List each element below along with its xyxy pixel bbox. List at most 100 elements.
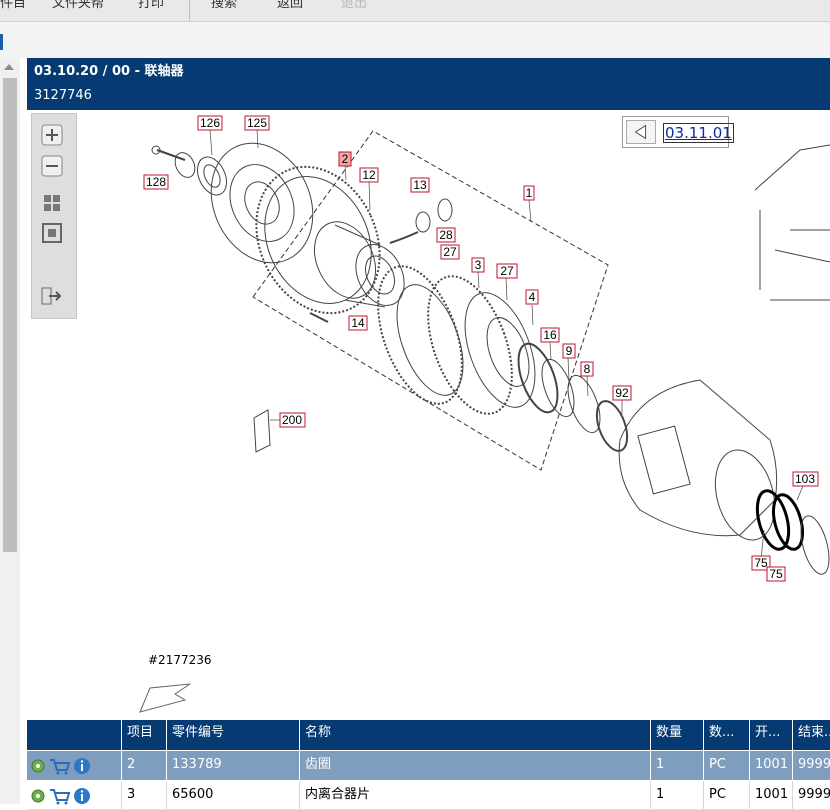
callout-103-label: 103 (795, 472, 815, 486)
callout-92-label: 92 (615, 386, 629, 400)
row-action-icons (29, 787, 119, 805)
callout-3-label: 3 (475, 258, 482, 272)
drawing-canvas: 126 125 128 2 12 13 28 1 27 3 27 4 16 9 … (139, 115, 830, 713)
callout-4[interactable]: 4 (525, 289, 539, 305)
page-reference-link[interactable]: 03.11.01 (663, 123, 734, 143)
col-unit-header[interactable]: 数... (703, 720, 749, 750)
sub-toolbar (0, 22, 830, 58)
callout-125-label: 125 (247, 116, 267, 130)
col-qty-header[interactable]: 数量 (650, 720, 703, 750)
table-row-selected[interactable]: 2 133789 齿圈 1 PC 1001 9999 (27, 751, 830, 780)
cell-end: 9999 (792, 751, 830, 780)
page-header: 03.10.20 / 00 - 联轴器 3127746 (27, 58, 830, 110)
callout-200-label: 200 (282, 413, 302, 427)
callout-13-label: 13 (413, 178, 427, 192)
zoom-in-icon[interactable] (41, 124, 63, 146)
col-name-header[interactable]: 名称 (299, 720, 650, 750)
cell-unit: PC (703, 751, 749, 780)
actual-size-icon[interactable] (41, 222, 63, 244)
cart-icon[interactable] (49, 757, 71, 775)
table-row[interactable]: 3 65600 内离合器片 1 PC 1001 9999 (27, 781, 830, 810)
col-item-header[interactable]: 项目 (121, 720, 166, 750)
menu-separator (189, 0, 190, 22)
gear-icon[interactable] (29, 757, 47, 775)
callout-4-label: 4 (529, 290, 536, 304)
cart-icon[interactable] (49, 787, 71, 805)
menu-item-5[interactable]: 返回 (277, 0, 303, 11)
info-icon[interactable] (73, 757, 91, 775)
scrollbar-thumb[interactable] (3, 78, 17, 552)
callout-14-label: 14 (351, 316, 365, 330)
gear-icon[interactable] (29, 787, 47, 805)
page-title: 03.10.20 / 00 - 联轴器 (34, 64, 184, 79)
callout-9-label: 9 (566, 344, 573, 358)
cell-start: 1001 (749, 781, 792, 809)
callout-1-label: 1 (526, 186, 533, 200)
menu-item-3[interactable]: 打印 (138, 0, 164, 11)
menu-bar: 件目 文件夹帮 打印 搜索 返回 退出 (0, 0, 830, 22)
callout-126-label: 126 (200, 116, 220, 130)
zoom-out-icon[interactable] (41, 155, 63, 177)
cell-item: 2 (121, 751, 166, 780)
info-icon[interactable] (73, 787, 91, 805)
col-end-header[interactable]: 结束... (792, 720, 830, 750)
page-reference-box: 03.11.01 (622, 116, 734, 148)
callout-75b[interactable]: 75 (766, 566, 786, 582)
callout-2-highlighted[interactable]: 2 (338, 151, 352, 167)
callout-27a-label: 27 (443, 245, 457, 259)
callout-28[interactable]: 28 (436, 227, 456, 243)
callout-16-label: 16 (543, 328, 557, 342)
cell-start: 1001 (749, 751, 792, 780)
previous-page-icon[interactable] (626, 120, 656, 144)
tab-marker (0, 34, 3, 50)
cell-part-number: 133789 (166, 751, 299, 780)
callout-16[interactable]: 16 (540, 327, 560, 343)
export-icon[interactable] (41, 285, 63, 307)
cell-name: 齿圈 (299, 751, 650, 780)
callout-128[interactable]: 128 (143, 174, 169, 190)
cell-qty: 1 (650, 781, 703, 809)
callout-14[interactable]: 14 (348, 315, 368, 331)
callout-1[interactable]: 1 (523, 185, 535, 201)
callout-125[interactable]: 125 (244, 115, 270, 131)
callout-12[interactable]: 12 (359, 167, 379, 183)
zoom-toolbar (31, 113, 77, 319)
callout-28-label: 28 (439, 228, 453, 242)
row-action-icons (29, 757, 119, 775)
parts-table: 项目 零件编号 名称 数量 数... 开... 结束... 2 133789 齿… (27, 720, 830, 810)
col-part-number-header[interactable]: 零件编号 (166, 720, 299, 750)
callout-12-label: 12 (362, 168, 376, 182)
callout-27b[interactable]: 27 (496, 263, 518, 279)
callout-13[interactable]: 13 (410, 177, 430, 193)
callout-27a[interactable]: 27 (440, 244, 460, 260)
cell-item: 3 (121, 781, 166, 809)
callout-2-label: 2 (342, 152, 349, 166)
callout-8-label: 8 (584, 362, 591, 376)
menu-item-1[interactable]: 件目 (0, 0, 26, 11)
menu-item-2[interactable]: 文件夹帮 (52, 0, 104, 11)
callout-92[interactable]: 92 (612, 385, 632, 401)
menu-item-4[interactable]: 搜索 (211, 0, 237, 11)
menu-item-6: 退出 (341, 0, 368, 11)
callout-8[interactable]: 8 (580, 361, 594, 377)
cell-qty: 1 (650, 751, 703, 780)
drawing-number: #2177236 (148, 653, 212, 667)
col-start-header[interactable]: 开... (749, 720, 792, 750)
callout-9[interactable]: 9 (562, 343, 576, 359)
cell-end: 9999 (792, 781, 830, 809)
fit-all-icon[interactable] (41, 192, 63, 214)
vertical-scrollbar[interactable] (0, 58, 20, 804)
callout-126[interactable]: 126 (197, 115, 223, 131)
callout-200[interactable]: 200 (279, 412, 306, 428)
callout-3[interactable]: 3 (471, 257, 485, 273)
cell-unit: PC (703, 781, 749, 809)
col-actions-header (27, 720, 121, 750)
exploded-view-drawing[interactable]: 126 125 128 2 12 13 28 1 27 3 27 4 16 9 … (27, 110, 830, 718)
table-header-row: 项目 零件编号 名称 数量 数... 开... 结束... (27, 720, 830, 750)
callout-128-label: 128 (146, 175, 166, 189)
callout-27b-label: 27 (500, 264, 514, 278)
callout-103[interactable]: 103 (792, 471, 819, 487)
cell-part-number: 65600 (166, 781, 299, 809)
callout-75a-label: 75 (754, 556, 768, 570)
scroll-up-arrow-icon[interactable] (4, 64, 14, 70)
